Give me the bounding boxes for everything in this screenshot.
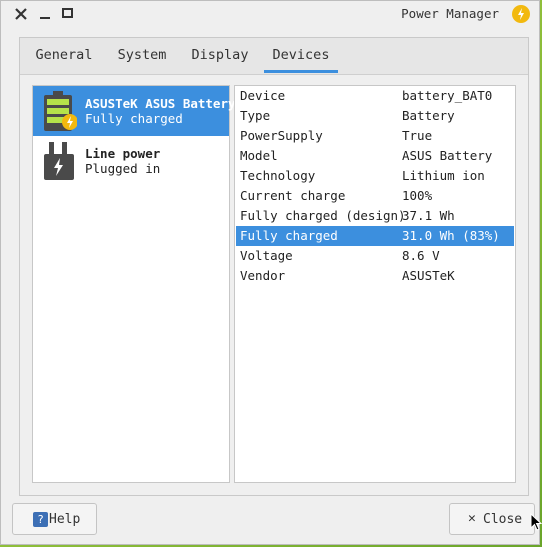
property-key: Fully charged (design): [240, 208, 406, 223]
property-row[interactable]: PowerSupply True: [236, 126, 514, 146]
tab-display[interactable]: Display: [184, 38, 256, 73]
property-value: 8.6 V: [402, 248, 440, 263]
close-button[interactable]: ✕ Close: [449, 503, 535, 535]
tab-devices[interactable]: Devices: [264, 38, 338, 73]
property-value: 37.1 Wh: [402, 208, 455, 223]
property-key: Voltage: [240, 248, 293, 263]
property-row-selected[interactable]: Fully charged 31.0 Wh (83%): [236, 226, 514, 246]
close-icon: ✕: [468, 511, 476, 526]
property-row[interactable]: Technology Lithium ion: [236, 166, 514, 186]
minimize-window-icon[interactable]: [36, 5, 54, 23]
property-key: PowerSupply: [240, 128, 323, 143]
battery-icon: [41, 90, 78, 132]
device-status: Plugged in: [85, 161, 161, 176]
device-properties-table: Device battery_BAT0 Type Battery PowerSu…: [234, 85, 516, 483]
property-value: ASUS Battery: [402, 148, 493, 163]
mouse-pointer-icon: [530, 512, 542, 531]
power-manager-app-icon: [512, 5, 530, 23]
help-icon: ?: [33, 512, 48, 527]
titlebar: Power Manager: [1, 1, 539, 27]
property-row[interactable]: Fully charged (design) 37.1 Wh: [236, 206, 514, 226]
property-value: 31.0 Wh (83%): [402, 228, 500, 243]
property-key: Fully charged: [240, 228, 338, 243]
property-row[interactable]: Voltage 8.6 V: [236, 246, 514, 266]
property-key: Type: [240, 108, 271, 123]
tabs-frame: General System Display Devices ASUSTeK A…: [19, 37, 529, 496]
property-value: Battery: [402, 108, 455, 123]
tab-bar: General System Display Devices: [20, 38, 528, 75]
property-row[interactable]: Current charge 100%: [236, 186, 514, 206]
property-row[interactable]: Device battery_BAT0: [236, 86, 514, 106]
device-name: Line power: [85, 146, 161, 161]
plug-icon: [41, 140, 77, 182]
property-row[interactable]: Vendor ASUSTeK: [236, 266, 514, 286]
device-name: ASUSTeK ASUS Battery: [85, 96, 236, 111]
help-button[interactable]: ? Help: [12, 503, 97, 535]
property-row[interactable]: Type Battery: [236, 106, 514, 126]
device-status: Fully charged: [85, 111, 183, 126]
help-button-label: Help: [49, 512, 81, 527]
property-key: Device: [240, 88, 286, 103]
devices-list: ASUSTeK ASUS Battery Fully charged Line …: [32, 85, 236, 483]
property-value: True: [402, 128, 433, 143]
tab-general[interactable]: General: [26, 38, 102, 73]
property-key: Technology: [240, 168, 316, 183]
close-window-icon[interactable]: [12, 5, 30, 23]
device-item-line-power[interactable]: Line power Plugged in: [33, 136, 229, 186]
property-key: Current charge: [240, 188, 346, 203]
property-value: ASUSTeK: [402, 268, 455, 283]
tab-system[interactable]: System: [106, 38, 178, 73]
property-value: Lithium ion: [402, 168, 485, 183]
close-button-label: Close: [483, 512, 523, 527]
property-row[interactable]: Model ASUS Battery: [236, 146, 514, 166]
property-value: battery_BAT0: [402, 88, 493, 103]
property-value: 100%: [402, 188, 433, 203]
property-key: Model: [240, 148, 278, 163]
device-item-battery[interactable]: ASUSTeK ASUS Battery Fully charged: [33, 86, 236, 136]
property-key: Vendor: [240, 268, 286, 283]
window-title: Power Manager: [401, 6, 499, 21]
maximize-window-icon[interactable]: [59, 5, 77, 23]
power-manager-window: Power Manager General System Display Dev…: [0, 0, 540, 545]
